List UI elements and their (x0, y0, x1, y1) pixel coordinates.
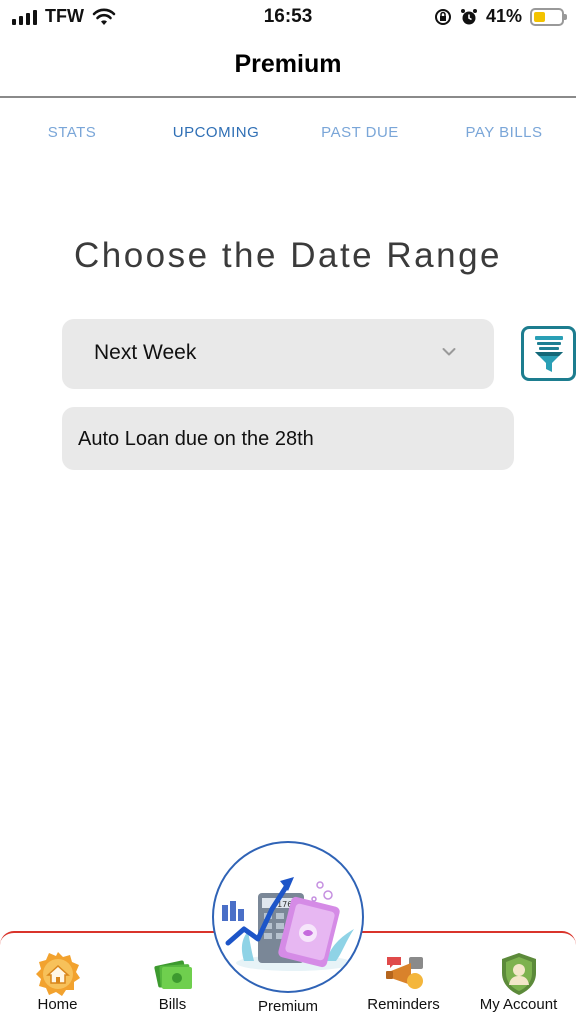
home-icon (35, 951, 81, 997)
status-bar: TFW 16:53 41% (0, 0, 576, 36)
date-range-value: Next Week (94, 341, 197, 364)
battery-percent: 41% (485, 6, 522, 26)
bills-icon (150, 951, 196, 997)
chevron-down-icon (442, 348, 456, 356)
premium-icon: 41769 (222, 877, 354, 971)
nav-my-account-label: My Account (479, 996, 558, 1013)
reminders-icon (381, 951, 427, 997)
tab-stats[interactable]: STATS (0, 124, 144, 141)
header: Premium (0, 36, 576, 98)
orientation-lock-icon (434, 8, 451, 25)
date-range-dropdown[interactable]: Next Week (62, 319, 494, 389)
tab-pay-bills[interactable]: PAY BILLS (432, 124, 576, 141)
page-title: Premium (234, 50, 342, 78)
tab-upcoming[interactable]: UPCOMING (144, 124, 288, 141)
filter-button[interactable] (521, 326, 576, 381)
tab-bar: STATS UPCOMING PAST DUE PAY BILLS (0, 124, 576, 148)
list-item-text: Auto Loan due on the 28th (78, 428, 314, 450)
account-icon (496, 951, 542, 997)
tab-past-due[interactable]: PAST DUE (288, 124, 432, 141)
alarm-icon (460, 8, 477, 24)
nav-home-label: Home (37, 996, 78, 1013)
nav-my-account[interactable]: My Account (461, 933, 576, 1024)
nav-home[interactable]: Home (0, 933, 115, 1024)
status-right: 41% (434, 6, 567, 27)
nav-premium-label: Premium (257, 998, 318, 1015)
nav-premium[interactable]: 41769 (212, 841, 364, 993)
battery-fill (534, 11, 545, 22)
funnel-icon (534, 335, 563, 372)
list-item[interactable]: Auto Loan due on the 28th (62, 407, 514, 470)
section-title: Choose the Date Range (73, 236, 503, 275)
battery-icon (530, 7, 567, 26)
